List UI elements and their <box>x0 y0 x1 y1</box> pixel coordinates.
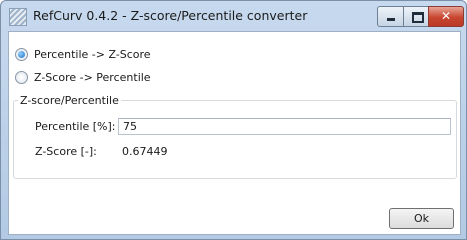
ok-button[interactable]: Ok <box>389 208 454 229</box>
group-legend: Z-score/Percentile <box>18 94 121 107</box>
app-icon <box>9 8 27 26</box>
title-bar[interactable]: RefCurv 0.4.2 - Z-score/Percentile conve… <box>1 1 466 31</box>
radio-unselected-icon[interactable] <box>15 70 28 84</box>
radio-label-zscore-to-percentile: Z-Score -> Percentile <box>34 70 151 84</box>
radio-percentile-to-zscore[interactable]: Percentile -> Z-Score <box>15 46 151 62</box>
minimize-icon <box>387 18 395 21</box>
radio-zscore-to-percentile[interactable]: Z-Score -> Percentile <box>15 69 151 85</box>
zscore-label: Z-Score [-]: <box>35 145 97 158</box>
zscore-value: 0.67449 <box>122 145 168 158</box>
dialog-body: Percentile -> Z-Score Z-Score -> Percent… <box>8 31 461 235</box>
zscore-percentile-group: Z-score/Percentile Percentile [%]: Z-Sco… <box>13 94 457 179</box>
radio-selected-icon[interactable] <box>15 47 28 61</box>
percentile-input[interactable] <box>118 118 451 135</box>
close-icon: ✕ <box>440 9 452 23</box>
percentile-label: Percentile [%]: <box>35 120 116 133</box>
maximize-button[interactable] <box>403 6 430 27</box>
radio-label-percentile-to-zscore: Percentile -> Z-Score <box>34 47 151 61</box>
maximize-icon <box>412 12 424 23</box>
close-button[interactable]: ✕ <box>428 6 464 27</box>
converter-window: RefCurv 0.4.2 - Z-score/Percentile conve… <box>0 0 467 240</box>
minimize-button[interactable] <box>377 6 405 27</box>
window-title: RefCurv 0.4.2 - Z-score/Percentile conve… <box>33 8 308 23</box>
